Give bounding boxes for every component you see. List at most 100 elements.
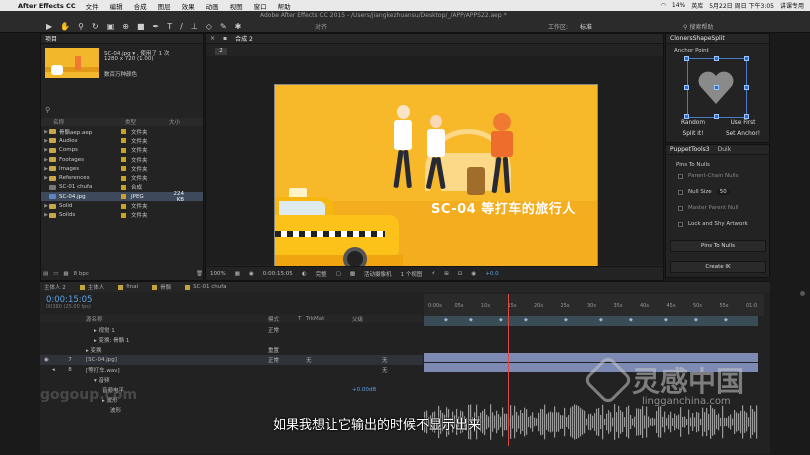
parent-chain-row[interactable]: Parent-Chain Nulls bbox=[678, 173, 739, 179]
layer-row[interactable]: ▸ 变换: 骨骼 1 bbox=[40, 335, 423, 345]
user-name[interactable]: 讲课专用 bbox=[780, 1, 804, 10]
project-item[interactable]: ▶ Footages 文件夹 bbox=[41, 155, 203, 164]
eye-icon[interactable]: ◉ bbox=[44, 357, 52, 363]
menu-edit[interactable]: 编辑 bbox=[110, 1, 123, 11]
layer-parent[interactable]: 无 bbox=[382, 366, 388, 374]
timeline-icon[interactable]: ⊞ bbox=[444, 271, 449, 277]
exposure-value[interactable]: +0.0 bbox=[485, 271, 498, 277]
rotate-tool-icon[interactable]: ↻ bbox=[92, 22, 99, 31]
selection-tool-icon[interactable]: ▶ bbox=[46, 22, 52, 31]
layer-name[interactable]: ▸ 视觉 1 bbox=[94, 326, 268, 334]
workspace-value[interactable]: 标准 bbox=[580, 22, 592, 31]
layer-row[interactable]: ◂ 8 [等打车.wav] 无 bbox=[40, 365, 423, 375]
project-item[interactable]: ▶ Solids 文件夹 bbox=[41, 211, 203, 220]
type-tool-icon[interactable]: T bbox=[167, 22, 172, 31]
lock-shy-checkbox[interactable] bbox=[678, 221, 683, 227]
anchor-node[interactable] bbox=[714, 85, 719, 90]
brush-tool-icon[interactable]: / bbox=[180, 22, 183, 31]
region-icon[interactable]: ▢ bbox=[336, 271, 341, 277]
layer-row[interactable]: ◉ 7 [SC-04.jpg] 正常无无 bbox=[40, 355, 423, 365]
playhead[interactable] bbox=[508, 294, 509, 446]
master-parent-row[interactable]: Master Parent Null bbox=[678, 205, 739, 211]
split-button[interactable]: Split it! bbox=[668, 131, 718, 137]
layer-row[interactable]: ▸ 变换 重置 bbox=[40, 345, 423, 355]
menu-composition[interactable]: 合成 bbox=[134, 1, 147, 11]
anchor-node[interactable] bbox=[714, 56, 719, 61]
label-color[interactable] bbox=[121, 184, 126, 190]
layer-name[interactable]: ▾ 音频 bbox=[94, 376, 268, 384]
layer-trkmat[interactable]: 无 bbox=[306, 356, 352, 364]
master-parent-checkbox[interactable] bbox=[678, 205, 683, 211]
keyframe-icon[interactable]: ◆ bbox=[469, 317, 473, 323]
anchor-node[interactable] bbox=[744, 56, 749, 61]
keyframe-icon[interactable]: ◆ bbox=[444, 317, 448, 323]
col-source-name[interactable]: 源名称 bbox=[86, 315, 268, 323]
lock-icon[interactable]: ▪ bbox=[223, 35, 227, 42]
camera-snapshot-icon[interactable]: ◉ bbox=[249, 271, 254, 277]
menu-animation[interactable]: 动画 bbox=[206, 1, 219, 11]
keyframe-icon[interactable]: ◆ bbox=[599, 317, 603, 323]
new-folder-icon[interactable]: ▭ bbox=[53, 271, 58, 277]
pins-to-nulls-button[interactable]: Pins To Nulls bbox=[670, 240, 766, 252]
use-first-button[interactable]: Use First bbox=[718, 120, 768, 126]
menu-window[interactable]: 窗口 bbox=[254, 1, 267, 11]
wifi-icon[interactable]: ◠ bbox=[661, 2, 666, 9]
timeline-tab[interactable]: 主体人 2 bbox=[44, 283, 66, 291]
keyframe-icon[interactable]: ◆ bbox=[664, 317, 668, 323]
layer-name[interactable]: ▸ 变换: 骨骼 1 bbox=[94, 336, 268, 344]
project-search-input[interactable]: ⚲ bbox=[45, 106, 201, 114]
tab-project[interactable]: 项目 bbox=[45, 34, 57, 43]
create-ik-button[interactable]: Create IK bbox=[670, 261, 766, 273]
anchor-node[interactable] bbox=[684, 114, 689, 119]
null-size-checkbox[interactable] bbox=[678, 189, 683, 195]
tab-puppettools[interactable]: PuppetTools3 bbox=[670, 146, 710, 153]
fast-preview-icon[interactable]: ⚡ bbox=[431, 271, 435, 277]
label-color[interactable] bbox=[121, 129, 126, 135]
time-ruler[interactable]: 0:00s 05s 10s 15s 20s 25s 30s 35s 40s 45s 50s 55s 01… bbox=[424, 294, 764, 316]
null-size-input[interactable]: 50 bbox=[716, 189, 730, 195]
bpc-label[interactable]: 8 bpc bbox=[74, 271, 89, 277]
tab-comp-2[interactable]: 合成 2 bbox=[235, 34, 253, 43]
label-color[interactable] bbox=[121, 138, 126, 144]
layer-mode[interactable]: 正常 bbox=[268, 356, 306, 364]
pen-tool-icon[interactable]: ✒ bbox=[153, 22, 160, 31]
timeline-tab[interactable]: 主体人 bbox=[79, 283, 104, 291]
stamp-tool-icon[interactable]: ⊥ bbox=[191, 22, 198, 31]
keyframe-icon[interactable]: ◆ bbox=[499, 317, 503, 323]
col-mode[interactable]: 模式 bbox=[268, 315, 298, 323]
layer-name[interactable]: 波形 bbox=[110, 406, 268, 414]
col-trkmat[interactable]: TrkMat bbox=[306, 316, 352, 322]
color-channel-icon[interactable]: ◐ bbox=[302, 271, 307, 277]
project-item[interactable]: ▶ Audios 文件夹 bbox=[41, 136, 203, 145]
label-color[interactable] bbox=[121, 166, 126, 172]
layer-name[interactable]: [等打车.wav] bbox=[86, 366, 268, 374]
camera-tool-icon[interactable]: ▣ bbox=[107, 22, 115, 31]
comp-viewer[interactable]: SC-04 等打车的旅行人 bbox=[206, 56, 663, 267]
clock[interactable]: 5月22日 周日 下午3:05 bbox=[709, 1, 774, 10]
camera-view[interactable]: 活动摄像机 bbox=[364, 270, 392, 278]
col-type[interactable]: 类型 bbox=[125, 118, 160, 126]
anchor-node[interactable] bbox=[684, 56, 689, 61]
menu-help[interactable]: 帮助 bbox=[278, 1, 291, 11]
menu-layer[interactable]: 图层 bbox=[158, 1, 171, 11]
keyframe-icon[interactable]: ◆ bbox=[524, 317, 528, 323]
random-button[interactable]: Random bbox=[668, 120, 718, 126]
puppet-tool-icon[interactable]: ✱ bbox=[235, 22, 242, 31]
label-color[interactable] bbox=[121, 147, 126, 153]
timeline-tab[interactable]: 骨骼 bbox=[152, 283, 171, 291]
anchor-node[interactable] bbox=[744, 85, 749, 90]
label-color[interactable] bbox=[121, 175, 126, 181]
resolution[interactable]: 完整 bbox=[316, 270, 327, 278]
project-item[interactable]: SC-04.jpg JPEG 224 KB bbox=[41, 191, 203, 203]
new-comp-icon[interactable]: ▦ bbox=[63, 271, 68, 277]
menu-view[interactable]: 视图 bbox=[230, 1, 243, 11]
project-item[interactable]: ▶ References 文件夹 bbox=[41, 174, 203, 183]
tab-duik[interactable]: Duik bbox=[718, 146, 732, 153]
layer-name[interactable]: [SC-04.jpg] bbox=[86, 357, 268, 363]
roto-tool-icon[interactable]: ✎ bbox=[220, 22, 227, 31]
grid-icon[interactable]: ▦ bbox=[235, 271, 240, 277]
interpret-footage-icon[interactable]: ▤ bbox=[43, 271, 48, 277]
keyframe-track[interactable]: ◆ ◆ ◆ ◆ ◆ ◆ ◆ ◆ ◆ ◆ bbox=[424, 316, 758, 326]
anchor-node[interactable] bbox=[714, 114, 719, 119]
anchor-node[interactable] bbox=[744, 114, 749, 119]
